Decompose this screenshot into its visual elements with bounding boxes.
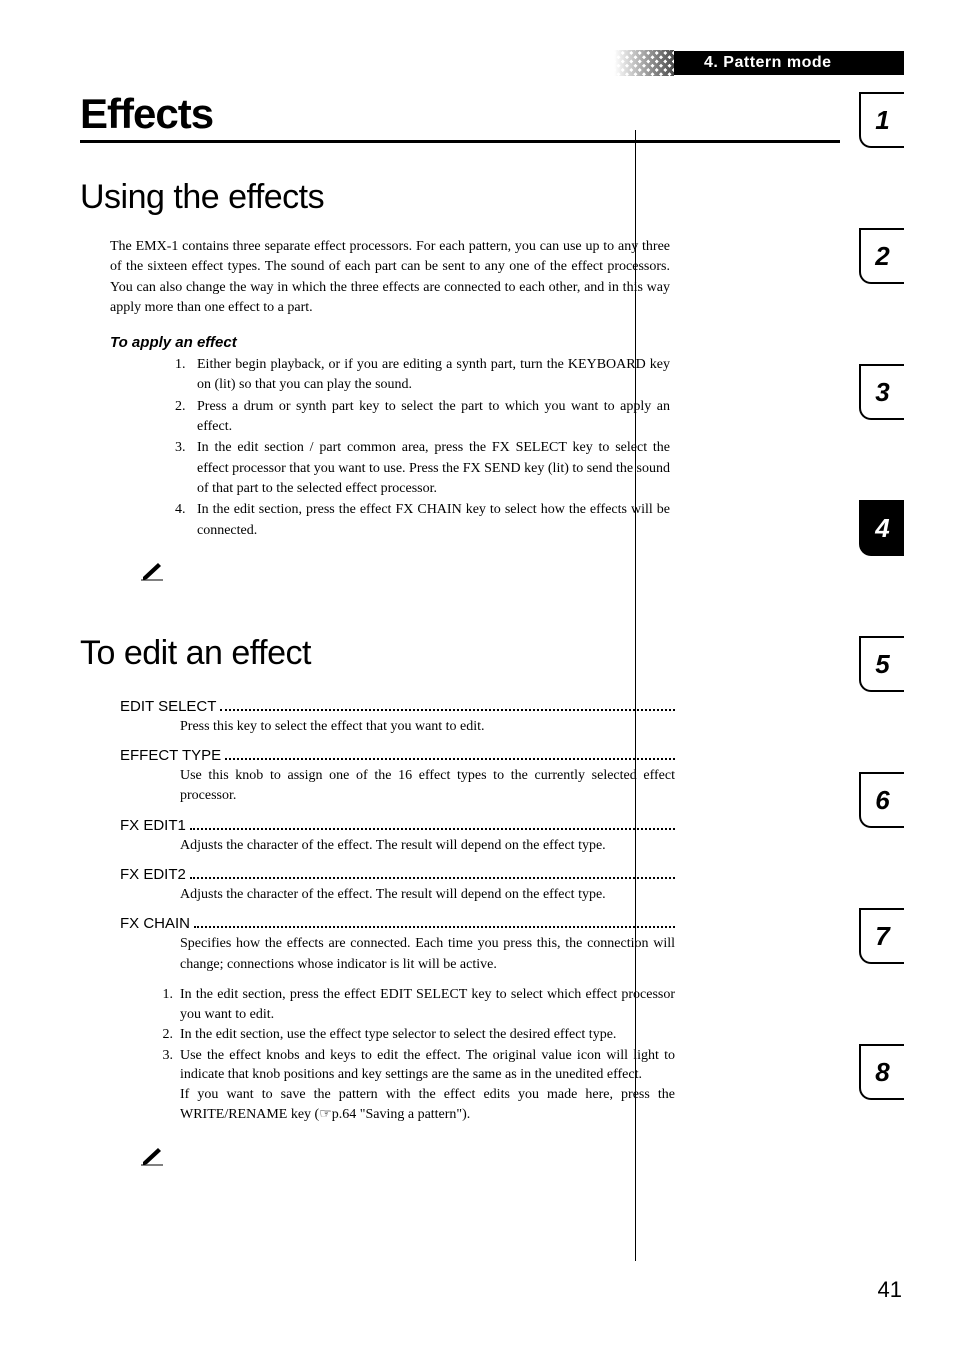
list-item: 3.In the edit section / part common area…: [175, 438, 670, 499]
page-number: 41: [878, 1277, 902, 1303]
tab-7[interactable]: 7: [859, 908, 904, 964]
tab-6[interactable]: 6: [859, 772, 904, 828]
definition-item: FX EDIT1 Adjusts the character of the ef…: [120, 817, 675, 856]
list-item: 1.In the edit section, press the effect …: [155, 985, 675, 1024]
description: Use this knob to assign one of the 16 ef…: [180, 766, 675, 807]
tab-5[interactable]: 5: [859, 636, 904, 692]
list-item: 2.Press a drum or synth part key to sele…: [175, 397, 670, 438]
note-icon: [140, 1144, 904, 1171]
definition-item: EFFECT TYPE Use this knob to assign one …: [120, 747, 675, 807]
list-item: 3.Use the effect knobs and keys to edit …: [155, 1046, 675, 1085]
note-icon: [140, 559, 904, 586]
description: Press this key to select the effect that…: [180, 717, 675, 737]
term: FX EDIT1: [120, 817, 190, 834]
definition-list: EDIT SELECT Press this key to select the…: [120, 698, 675, 1126]
definition-item: FX CHAIN Specifies how the effects are c…: [120, 915, 675, 975]
step-text: In the edit section, use the effect type…: [180, 1025, 616, 1045]
chapter-header: 4. Pattern mode: [614, 50, 904, 76]
chapter-label: 4. Pattern mode: [674, 51, 904, 75]
section-edit-effect-title: To edit an effect: [80, 634, 904, 673]
description: Adjusts the character of the effect. The…: [180, 836, 675, 856]
step-text: Press a drum or synth part key to select…: [197, 397, 670, 438]
section-using-effects-title: Using the effects: [80, 178, 904, 217]
term: EFFECT TYPE: [120, 747, 225, 764]
list-item: 1.Either begin playback, or if you are e…: [175, 355, 670, 396]
definition-item: FX EDIT2 Adjusts the character of the ef…: [120, 866, 675, 905]
tab-2[interactable]: 2: [859, 228, 904, 284]
description: Adjusts the character of the effect. The…: [180, 885, 675, 905]
step-text: In the edit section, press the effect ED…: [180, 985, 675, 1024]
checker-decoration: [614, 50, 674, 76]
list-item: 2.In the edit section, use the effect ty…: [155, 1025, 675, 1045]
term: EDIT SELECT: [120, 698, 220, 715]
step-text: Use the effect knobs and keys to edit th…: [180, 1046, 675, 1085]
term: FX CHAIN: [120, 915, 194, 932]
chapter-tabs: 1 2 3 4 5 6 7 8: [859, 92, 904, 1180]
apply-effect-steps: 1.Either begin playback, or if you are e…: [175, 355, 670, 541]
vertical-divider: [635, 130, 636, 1261]
tab-1[interactable]: 1: [859, 92, 904, 148]
step-text: Either begin playback, or if you are edi…: [197, 355, 670, 396]
tab-3[interactable]: 3: [859, 364, 904, 420]
save-note: If you want to save the pattern with the…: [180, 1085, 675, 1126]
term: FX EDIT2: [120, 866, 190, 883]
intro-paragraph: The EMX-1 contains three separate effect…: [110, 237, 670, 318]
tab-4[interactable]: 4: [859, 500, 904, 556]
edit-effect-steps: 1.In the edit section, press the effect …: [155, 985, 675, 1085]
step-text: In the edit section, press the effect FX…: [197, 500, 670, 541]
sub-heading-apply-effect: To apply an effect: [110, 334, 904, 351]
page-title: Effects: [80, 90, 840, 143]
definition-item: EDIT SELECT Press this key to select the…: [120, 698, 675, 737]
tab-8[interactable]: 8: [859, 1044, 904, 1100]
list-item: 4.In the edit section, press the effect …: [175, 500, 670, 541]
step-text: In the edit section / part common area, …: [197, 438, 670, 499]
description: Specifies how the effects are connected.…: [180, 934, 675, 975]
